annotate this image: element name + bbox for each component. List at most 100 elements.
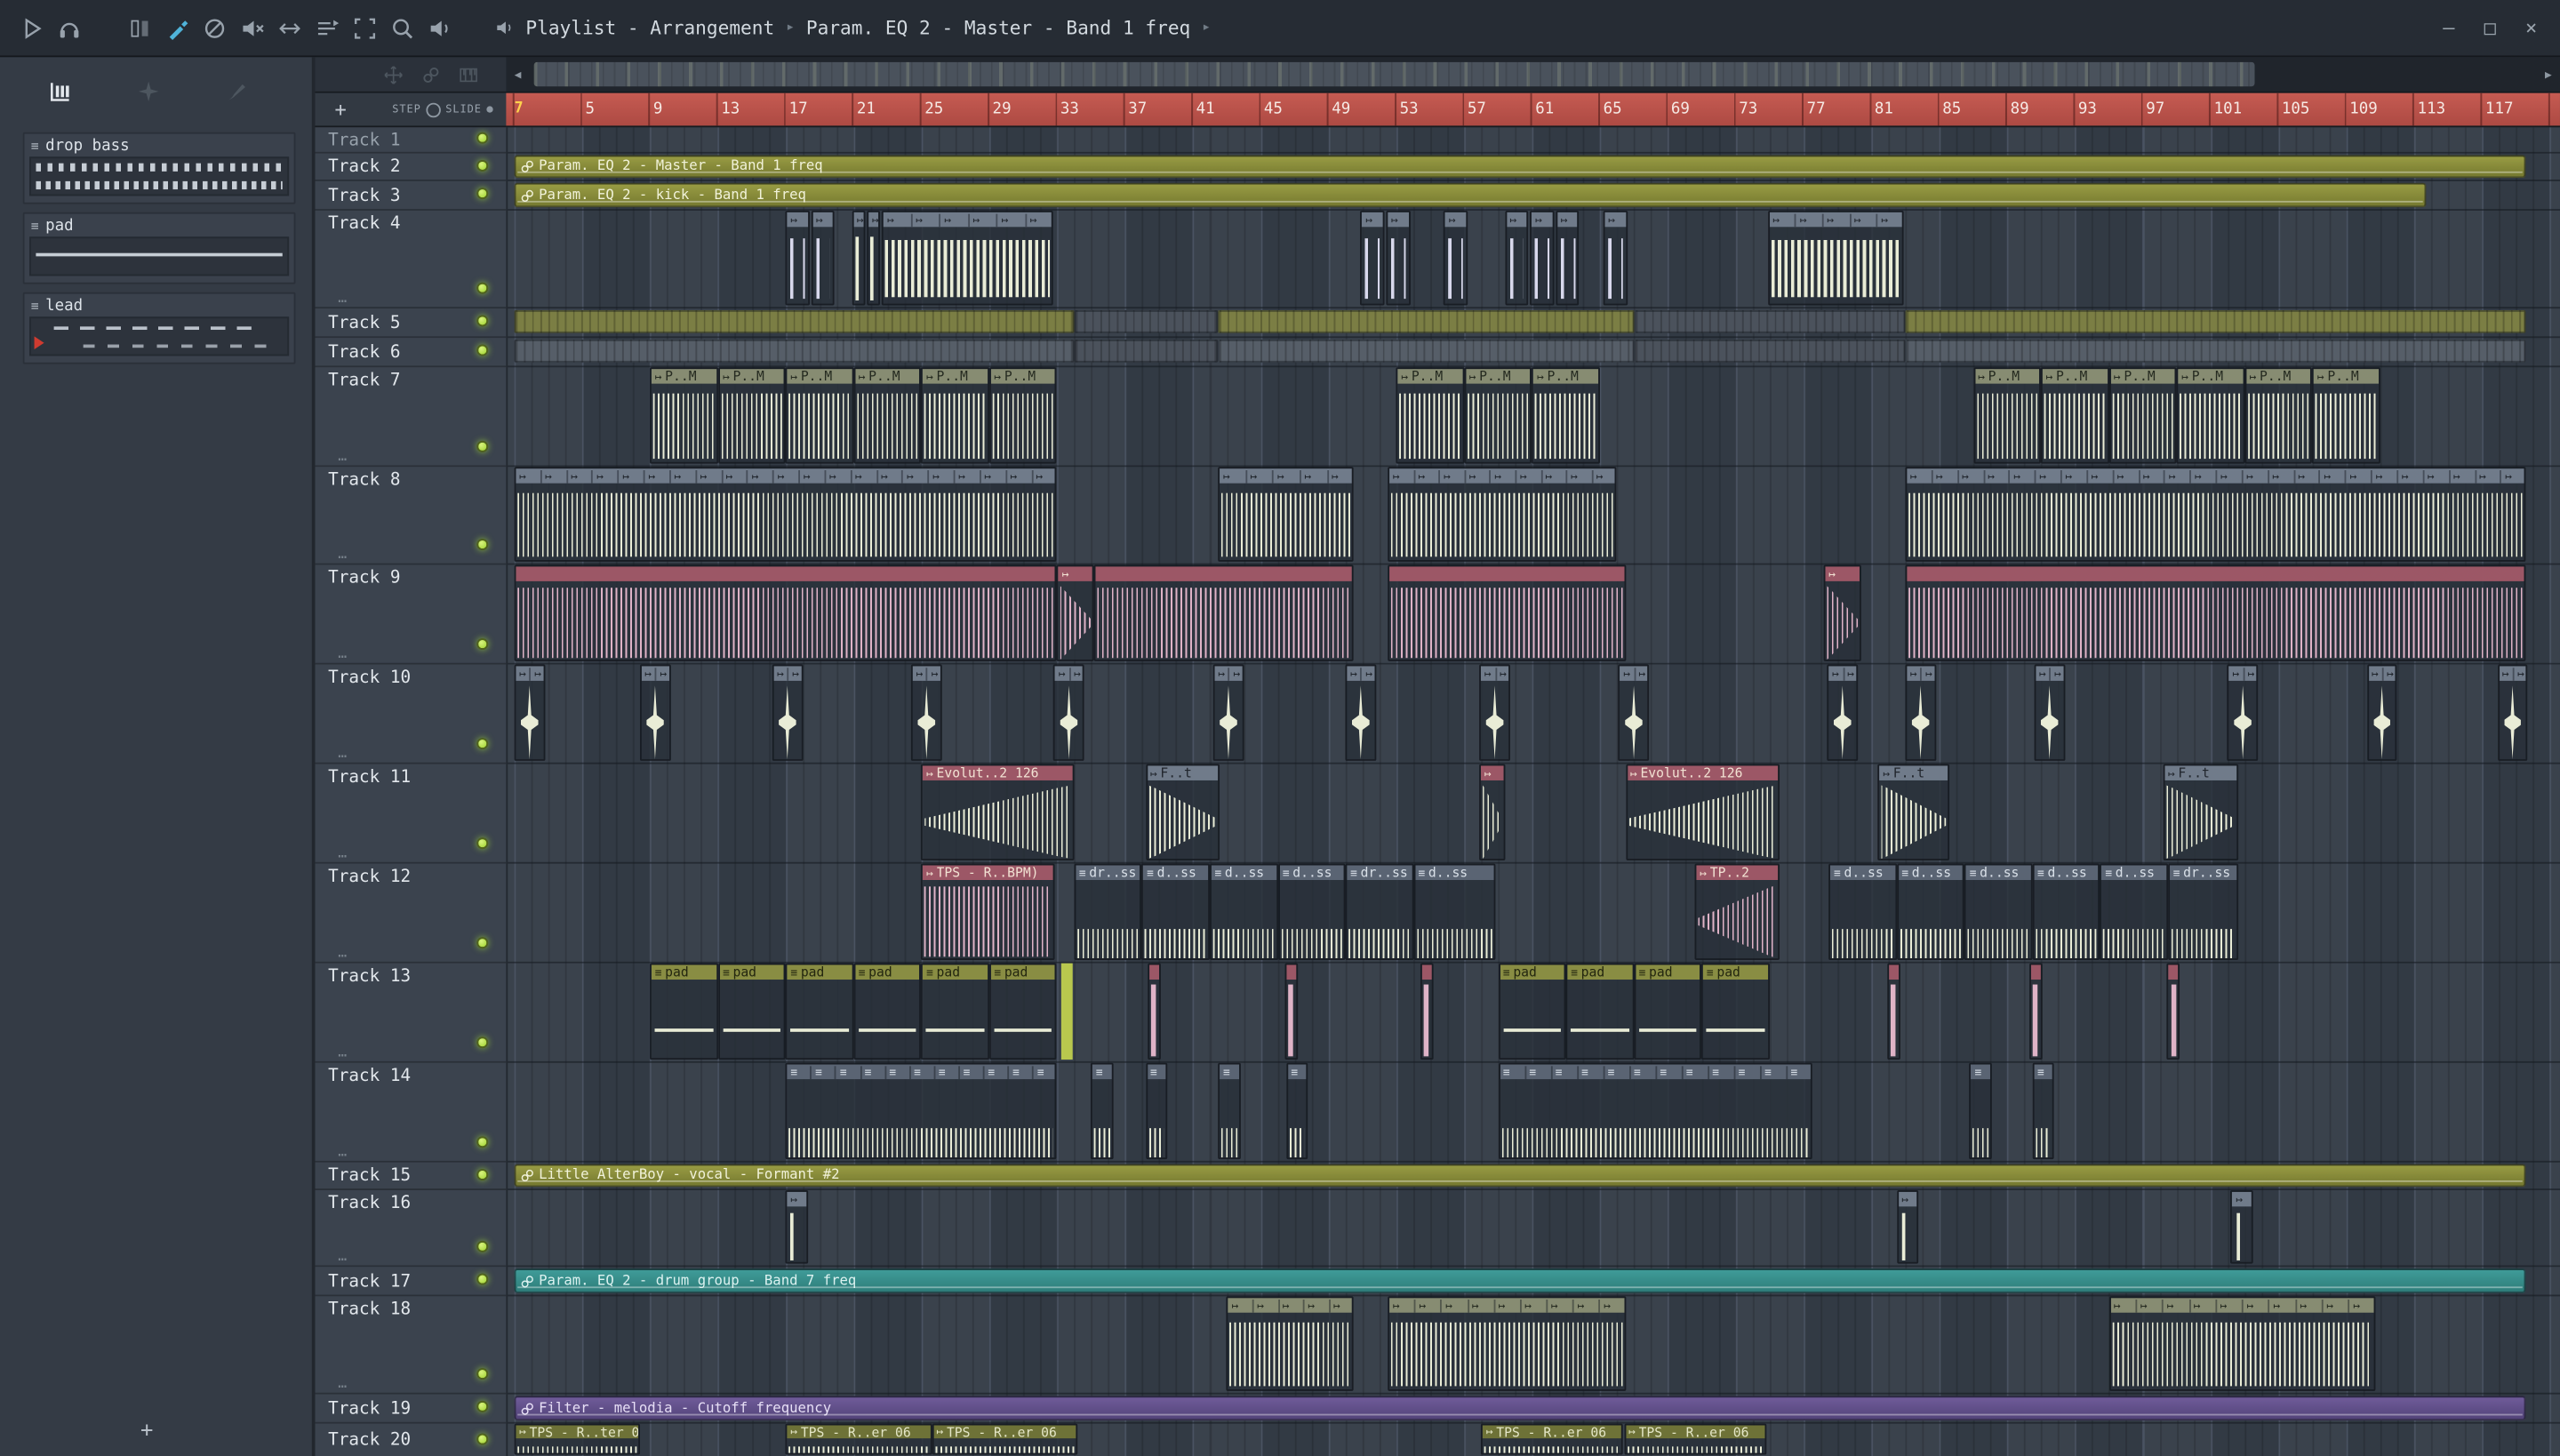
automation-clip[interactable]: Param. EQ 2 - Master - Band 1 freq xyxy=(514,155,2526,179)
audio-clip[interactable]: ↦ ↦ xyxy=(2497,664,2528,761)
audio-clip[interactable]: ≡ pad xyxy=(853,963,922,1060)
audio-clip[interactable]: ↦ ↦ ↦ ↦ ↦ xyxy=(1767,210,1904,306)
track-header[interactable]: Track 8… xyxy=(315,467,507,565)
track-name[interactable]: Track 6 xyxy=(328,342,400,362)
audio-clip[interactable]: ≡ d..ss xyxy=(1896,863,1965,960)
audio-clip[interactable]: ↦ ↦ xyxy=(1479,664,1510,761)
pattern-strip[interactable] xyxy=(1905,309,2526,333)
track-header[interactable]: Track 18… xyxy=(315,1296,507,1395)
audio-clip[interactable]: ↦ ↦ xyxy=(1827,664,1858,761)
track-led[interactable] xyxy=(476,344,489,356)
track-lane[interactable]: ↦ TPS - R..ter 06 ↦ TPS - R..er 06 ↦ TPS - R.… xyxy=(508,1423,2560,1456)
audio-clip[interactable]: ↦ F..t xyxy=(1877,764,1949,860)
mute-icon[interactable] xyxy=(240,15,265,40)
track-name[interactable]: Track 12 xyxy=(328,867,411,886)
pattern-strip[interactable] xyxy=(1218,309,1635,333)
audio-clip[interactable]: ↦ P..M xyxy=(988,367,1058,464)
track-led[interactable] xyxy=(476,188,489,200)
audio-clip[interactable]: ≡ pad xyxy=(650,963,718,1060)
audio-clip[interactable]: ↦ xyxy=(2230,1189,2253,1264)
scroll-left-button[interactable]: ◀ xyxy=(515,68,522,81)
track-led[interactable] xyxy=(476,1400,489,1412)
audio-clip[interactable]: ≡ dr..ss xyxy=(1074,863,1142,960)
track-led[interactable] xyxy=(476,1168,489,1180)
audio-clip[interactable]: ≡ d..ss xyxy=(1141,863,1210,960)
arrows-h-icon[interactable] xyxy=(277,15,302,40)
track-name[interactable]: Track 20 xyxy=(328,1430,411,1450)
track-lane[interactable] xyxy=(508,308,2560,339)
track-lane[interactable]: ↦ P..M ↦ P..M ↦ P..M ↦ P..M ↦ P..M ↦ P..M ↦ P..M ↦ P..M… xyxy=(508,367,2560,468)
audio-clip[interactable]: ≡ ≡ ≡ ≡ ≡ ≡ ≡ ≡ ≡ ≡ ≡ xyxy=(785,1062,1058,1160)
audio-clip[interactable]: ↦ ↦ ↦ ↦ ↦ xyxy=(1227,1296,1355,1391)
audio-clip[interactable]: ↦ P..M xyxy=(650,367,718,464)
track-lane[interactable]: ↦ Evolut..2 126 ↦ F..t ↦ ↦ Evolut..2 126 ↦ F..t ↦… xyxy=(508,764,2560,864)
audio-clip[interactable] xyxy=(1420,963,1434,1060)
track-led[interactable] xyxy=(476,837,489,850)
track-name[interactable]: Track 4 xyxy=(328,214,400,234)
track-lane[interactable]: ↦ ↦ ↦ ↦ ↦ ↦ ↦ ↦ ↦ ↦ ↦ ↦ ↦ ↦ ↦ ↦ ↦ ↦ ↦ ↦ ↦ ↦ ↦ ↦ ↦ ↦ ↦ ↦ ↦ ↦ ↦ ↦ ↦ ↦ ↦ ↦ ↦ ↦ ↦ ↦… xyxy=(508,467,2560,565)
audio-clip[interactable] xyxy=(2028,963,2043,1060)
audio-clip[interactable]: ≡ pad xyxy=(1498,963,1566,1060)
audio-clip[interactable]: ≡ pad xyxy=(1634,963,1702,1060)
track-header[interactable]: Track 19 xyxy=(315,1394,507,1424)
track-lane[interactable]: ↦ ↦ ↦ ↦ ↦ ↦ ↦ ↦ ↦ ↦ ↦ ↦ ↦ ↦ ↦ ↦ ↦ ↦ ↦ ↦ ↦ ↦ ↦ ↦ ↦ ↦ ↦ ↦ ↦ ↦ xyxy=(508,664,2560,764)
audio-clip[interactable]: ≡ d..ss xyxy=(2100,863,2169,960)
audio-clip[interactable]: ↦ xyxy=(811,210,836,306)
audio-clip[interactable]: ↦ xyxy=(1530,210,1555,306)
audio-clip[interactable]: ≡ ≡ ≡ ≡ ≡ ≡ ≡ ≡ ≡ ≡ ≡ ≡ xyxy=(1498,1062,1812,1160)
audio-clip[interactable]: ↦ ↦ xyxy=(1618,664,1650,761)
speaker-icon[interactable] xyxy=(428,15,452,40)
track-name[interactable]: Track 1 xyxy=(328,130,400,149)
track-led[interactable] xyxy=(476,738,489,750)
audio-clip[interactable]: ↦ P..M xyxy=(785,367,854,464)
track-led[interactable] xyxy=(476,638,489,651)
headphones-icon[interactable] xyxy=(57,15,82,40)
slide-icon[interactable] xyxy=(315,15,340,40)
audio-clip[interactable]: ↦ ↦ xyxy=(1212,664,1244,761)
audio-clip[interactable] xyxy=(1905,564,2526,661)
track-header[interactable]: Track 14… xyxy=(315,1062,507,1163)
audio-clip[interactable]: ≡ dr..ss xyxy=(1345,863,1413,960)
audio-clip[interactable]: ↦ ↦ xyxy=(911,664,942,761)
track-lane[interactable]: Param. EQ 2 - kick - Band 1 freq xyxy=(508,181,2560,211)
pattern-strip[interactable] xyxy=(1074,309,1219,333)
audio-clip[interactable]: ↦ xyxy=(1479,764,1506,860)
picker-icon[interactable] xyxy=(49,80,72,103)
audio-clip[interactable]: ≡ xyxy=(1285,1062,1308,1160)
track-name[interactable]: Track 15 xyxy=(328,1165,411,1185)
track-header[interactable]: Track 15 xyxy=(315,1162,507,1190)
scroll-right-button[interactable]: ▶ xyxy=(2545,68,2552,81)
audio-clip[interactable]: ↦ P..M xyxy=(2244,367,2313,464)
track-header[interactable]: Track 4… xyxy=(315,210,507,309)
audio-clip[interactable]: ↦ TPS - R..er 06 xyxy=(932,1423,1078,1455)
automation-clip[interactable]: Param. EQ 2 - kick - Band 1 freq xyxy=(514,182,2427,208)
track-header[interactable]: Track 12… xyxy=(315,863,507,964)
audio-clip[interactable]: ↦ P..M xyxy=(921,367,989,464)
link-icon[interactable] xyxy=(421,65,441,84)
track-header[interactable]: Track 2 xyxy=(315,153,507,181)
audio-clip[interactable]: ↦ F..t xyxy=(1145,764,1220,860)
star-icon[interactable] xyxy=(137,80,160,103)
track-header[interactable]: Track 3 xyxy=(315,180,507,211)
track-header[interactable]: Track 1 xyxy=(315,127,507,154)
track-lane[interactable]: ≡ pad ≡ pad ≡ pad ≡ pad ≡ pad ≡ pad ≡ pad ≡ pad ≡ pad ≡ pad xyxy=(508,963,2560,1063)
audio-clip[interactable]: ↦ ↦ xyxy=(1053,664,1084,761)
audio-clip[interactable]: ≡ d..ss xyxy=(2032,863,2100,960)
slash-icon[interactable] xyxy=(203,15,228,40)
audio-clip[interactable]: ↦ P..M xyxy=(1396,367,1465,464)
audio-clip[interactable]: ↦ P..M xyxy=(1532,367,1600,464)
audio-clip[interactable]: ↦ TP..2 xyxy=(1694,863,1780,960)
pattern-strip[interactable] xyxy=(514,340,1075,363)
audio-clip[interactable]: ↦ ↦ xyxy=(2366,664,2397,761)
horizontal-scrollbar[interactable]: ◀ ▶ xyxy=(506,57,2560,93)
track-lane[interactable]: ≡ ≡ ≡ ≡ ≡ ≡ ≡ ≡ ≡ ≡ ≡ ≡ ≡ ≡ ≡ ≡ ≡ ≡ ≡ ≡ ≡ ≡ ≡ ≡ ≡ ≡ ≡ ≡ ≡ xyxy=(508,1062,2560,1163)
audio-clip[interactable]: ≡ d..ss xyxy=(1412,863,1495,960)
pattern-item[interactable]: ≡ pad xyxy=(22,212,296,284)
audio-clip[interactable]: ↦ Evolut..2 126 xyxy=(1625,764,1780,860)
track-lane[interactable]: ↦ ↦ ↦ ↦ ↦ ↦ ↦ ↦ ↦ ↦ ↦ ↦ ↦ ↦ ↦ ↦ ↦ ↦ ↦ ↦ ↦ ↦ xyxy=(508,210,2560,309)
audio-clip[interactable]: ↦ ↦ xyxy=(514,664,545,761)
audio-clip[interactable]: ≡ d..ss xyxy=(1277,863,1346,960)
track-name[interactable]: Track 5 xyxy=(328,313,400,332)
play-icon[interactable] xyxy=(20,15,44,40)
track-led[interactable] xyxy=(476,539,489,550)
